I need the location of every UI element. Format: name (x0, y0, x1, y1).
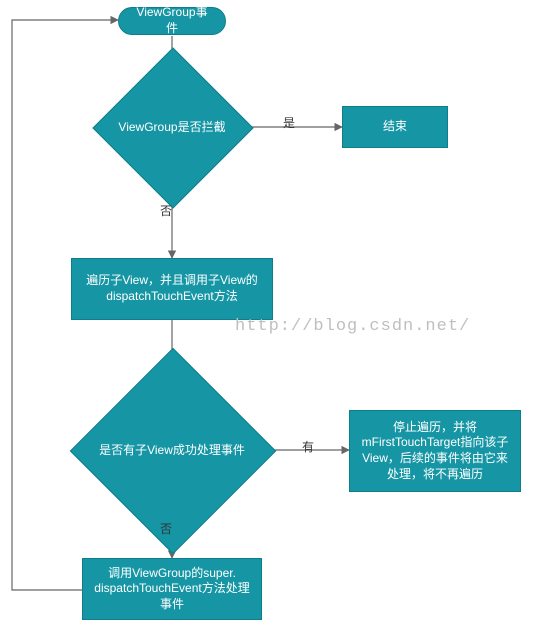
start-node: ViewGroup事件 (118, 7, 226, 35)
process-super-dispatch-label: 调用ViewGroup的super. dispatchTouchEvent方法处… (93, 566, 251, 613)
edge-label-d1-no: 否 (160, 202, 172, 219)
flowchart-canvas: ViewGroup事件 ViewGroup是否拦截 结束 遍历子View，并且调… (0, 0, 538, 629)
edge-label-d2-no: 否 (160, 520, 172, 537)
decision-child-handled-label: 是否有子View成功处理事件 (72, 398, 272, 502)
end-label: 结束 (383, 119, 407, 135)
edge-label-d2-yes: 有 (302, 438, 314, 455)
start-label: ViewGroup事件 (133, 5, 211, 36)
process-super-dispatch: 调用ViewGroup的super. dispatchTouchEvent方法处… (82, 558, 262, 620)
process-stop-traverse-label: 停止遍历，并将mFirstTouchTarget指向该子View，后续的事件将由… (360, 420, 510, 482)
edge-label-d1-yes: 是 (283, 114, 295, 131)
process-traverse-children-label: 遍历子View，并且调用子View的dispatchTouchEvent方法 (82, 273, 262, 304)
process-stop-traverse: 停止遍历，并将mFirstTouchTarget指向该子View，后续的事件将由… (349, 410, 521, 492)
process-traverse-children: 遍历子View，并且调用子View的dispatchTouchEvent方法 (71, 258, 273, 320)
decision-intercept-label: ViewGroup是否拦截 (92, 80, 252, 174)
end-node: 结束 (342, 106, 448, 148)
